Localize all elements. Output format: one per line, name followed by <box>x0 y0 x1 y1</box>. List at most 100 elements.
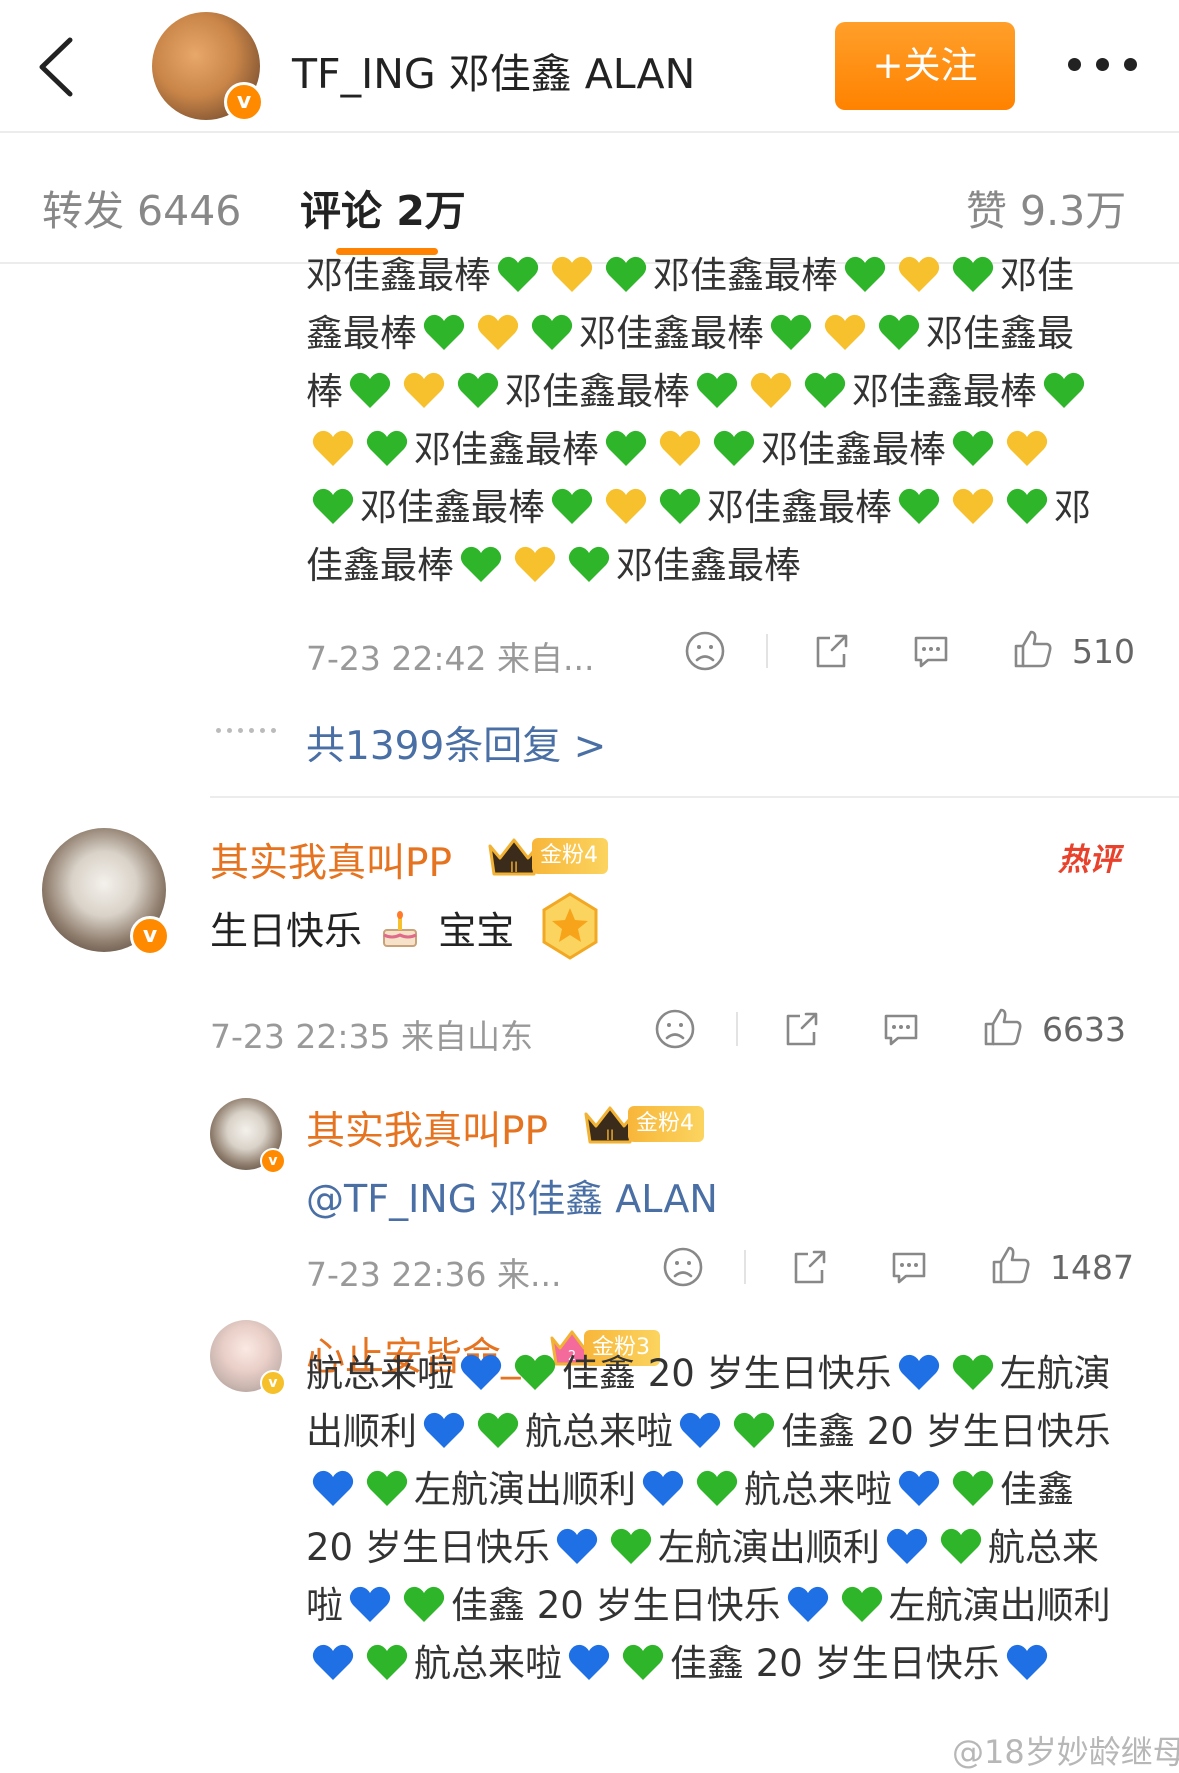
divider <box>766 634 768 668</box>
comment-text-segment: 邓佳鑫最棒 <box>761 428 946 471</box>
comment-text-segment: 邓佳鑫最棒 <box>707 486 892 529</box>
commenter-name[interactable]: 其实我真叫PP <box>210 832 452 888</box>
like-count: 1487 <box>1050 1248 1134 1287</box>
reply-author-name[interactable]: 其实我真叫PP <box>306 1100 548 1156</box>
yellow-heart-icon <box>476 312 520 352</box>
blue-heart-icon <box>678 1410 722 1450</box>
green-heart-icon <box>604 254 648 294</box>
comment-text-segment: 邓佳鑫最棒 <box>653 254 838 297</box>
reply-avatar[interactable]: v <box>210 1320 286 1396</box>
comment-text-segment: 邓佳鑫最棒 <box>616 544 801 587</box>
comment-line: 20 岁生日快乐 左航演出顺利 航总来 <box>306 1526 1099 1566</box>
tab-likes[interactable]: 赞 9.3万 <box>966 177 1126 237</box>
blue-heart-icon <box>311 1642 355 1682</box>
green-heart-icon <box>365 428 409 468</box>
green-heart-icon <box>803 370 847 410</box>
dislike-face-icon[interactable] <box>654 1008 696 1050</box>
reply-comment-icon[interactable] <box>888 1246 930 1288</box>
comment-text-segment: 左航演出顺利 <box>657 1526 880 1569</box>
fan-level-badge: 金粉4 <box>628 1106 704 1142</box>
comment-meta: 7-23 22:35 来自山东 <box>210 1017 533 1056</box>
comment-line: 航总来啦 佳鑫 20 岁生日快乐 左航演 <box>306 1352 1111 1392</box>
comment-line: 出顺利 航总来啦 佳鑫 20 岁生日快乐 <box>306 1410 1111 1450</box>
commenter-avatar[interactable]: v <box>42 828 170 956</box>
comment-text-segment: 航总来啦 <box>744 1468 892 1511</box>
yellow-heart-icon <box>402 370 446 410</box>
comment-line: 棒 邓佳鑫最棒 邓佳鑫最棒 <box>306 370 1091 410</box>
yellow-heart-icon <box>823 312 867 352</box>
comment-line: 鑫最棒 邓佳鑫最棒 邓佳鑫最 <box>306 312 1074 352</box>
reply-comment-icon[interactable] <box>910 630 952 672</box>
green-heart-icon <box>951 428 995 468</box>
birthday-cake-icon <box>378 908 422 952</box>
like-count: 510 <box>1072 632 1135 671</box>
author-name[interactable]: TF_ING 邓佳鑫 ALAN <box>292 40 695 100</box>
comment-text-segment: 航总来啦 <box>306 1352 454 1395</box>
yellow-heart-icon <box>513 544 557 584</box>
comment-text-segment: 航总来啦 <box>414 1642 562 1685</box>
green-heart-icon <box>951 1352 995 1392</box>
like-thumb-icon[interactable] <box>982 1006 1024 1048</box>
yellow-heart-icon <box>749 370 793 410</box>
hot-comment-label: 热评 <box>1058 842 1120 878</box>
blue-heart-icon <box>1005 1642 1049 1682</box>
reply-avatar[interactable]: v <box>210 1098 286 1174</box>
green-heart-icon <box>513 1352 557 1392</box>
watermark: @18岁妙龄继母 <box>952 1733 1179 1771</box>
green-heart-icon <box>897 486 941 526</box>
comment-text-segment: 邓佳鑫最棒 <box>505 370 690 413</box>
like-thumb-icon[interactable] <box>1012 628 1054 670</box>
green-heart-icon <box>843 254 887 294</box>
green-heart-icon <box>365 1642 409 1682</box>
fan-level-badge: 金粉4 <box>532 838 608 874</box>
green-heart-icon <box>550 486 594 526</box>
comment-line: 航总来啦 佳鑫 20 岁生日快乐 <box>306 1642 1054 1682</box>
green-heart-icon <box>1042 370 1086 410</box>
author-avatar[interactable]: v <box>152 12 264 122</box>
verified-badge-icon: v <box>260 1370 286 1396</box>
back-arrow-icon[interactable] <box>30 32 80 102</box>
follow-button[interactable]: +关注 <box>835 22 1015 110</box>
view-replies-link[interactable]: 共1399条回复 > <box>306 715 606 771</box>
verified-badge-icon: v <box>224 82 264 122</box>
green-heart-icon <box>496 254 540 294</box>
tab-comments[interactable]: 评论 2万 <box>300 177 466 237</box>
blue-heart-icon <box>348 1584 392 1624</box>
comment-divider <box>210 796 1179 798</box>
comment-text-part: 生日快乐 <box>210 909 363 953</box>
share-icon[interactable] <box>788 1246 830 1288</box>
green-heart-icon <box>311 486 355 526</box>
comment-text-segment: 邓佳鑫最棒 <box>414 428 599 471</box>
dislike-face-icon[interactable] <box>684 630 726 672</box>
blue-heart-icon <box>885 1526 929 1566</box>
comment-text-segment: 邓佳鑫最棒 <box>360 486 545 529</box>
share-icon[interactable] <box>780 1008 822 1050</box>
green-heart-icon <box>695 370 739 410</box>
comment-line: 邓佳鑫最棒 邓佳鑫最棒 邓 <box>306 486 1091 526</box>
comment-text-segment: 左航演 <box>999 1352 1111 1395</box>
mention-link[interactable]: @TF_ING 邓佳鑫 ALAN <box>306 1168 718 1223</box>
comment-text-segment: 20 岁生日快乐 <box>306 1526 550 1569</box>
green-heart-icon <box>951 254 995 294</box>
green-heart-icon <box>712 428 756 468</box>
more-options-icon[interactable] <box>1068 58 1138 74</box>
comment-meta: 7-23 22:42 来自... <box>306 639 595 678</box>
comment-line: 邓佳鑫最棒 邓佳鑫最棒 邓佳 <box>306 254 1074 294</box>
green-heart-icon <box>402 1584 446 1624</box>
like-thumb-icon[interactable] <box>990 1244 1032 1286</box>
green-heart-icon <box>530 312 574 352</box>
dislike-face-icon[interactable] <box>662 1246 704 1288</box>
share-icon[interactable] <box>810 630 852 672</box>
reply-comment-icon[interactable] <box>880 1008 922 1050</box>
comment-text-segment: 啦 <box>306 1584 343 1627</box>
like-count: 6633 <box>1042 1010 1126 1049</box>
comment-text-segment: 航总来 <box>987 1526 1099 1569</box>
divider <box>744 1250 746 1284</box>
tab-repost[interactable]: 转发 6446 <box>42 177 241 237</box>
comment-text-segment: 左航演出顺利 <box>414 1468 636 1511</box>
green-heart-icon <box>604 428 648 468</box>
yellow-heart-icon <box>897 254 941 294</box>
comment-line: 啦 佳鑫 20 岁生日快乐 左航演出顺利 <box>306 1584 1111 1624</box>
blue-heart-icon <box>567 1642 611 1682</box>
green-heart-icon <box>609 1526 653 1566</box>
